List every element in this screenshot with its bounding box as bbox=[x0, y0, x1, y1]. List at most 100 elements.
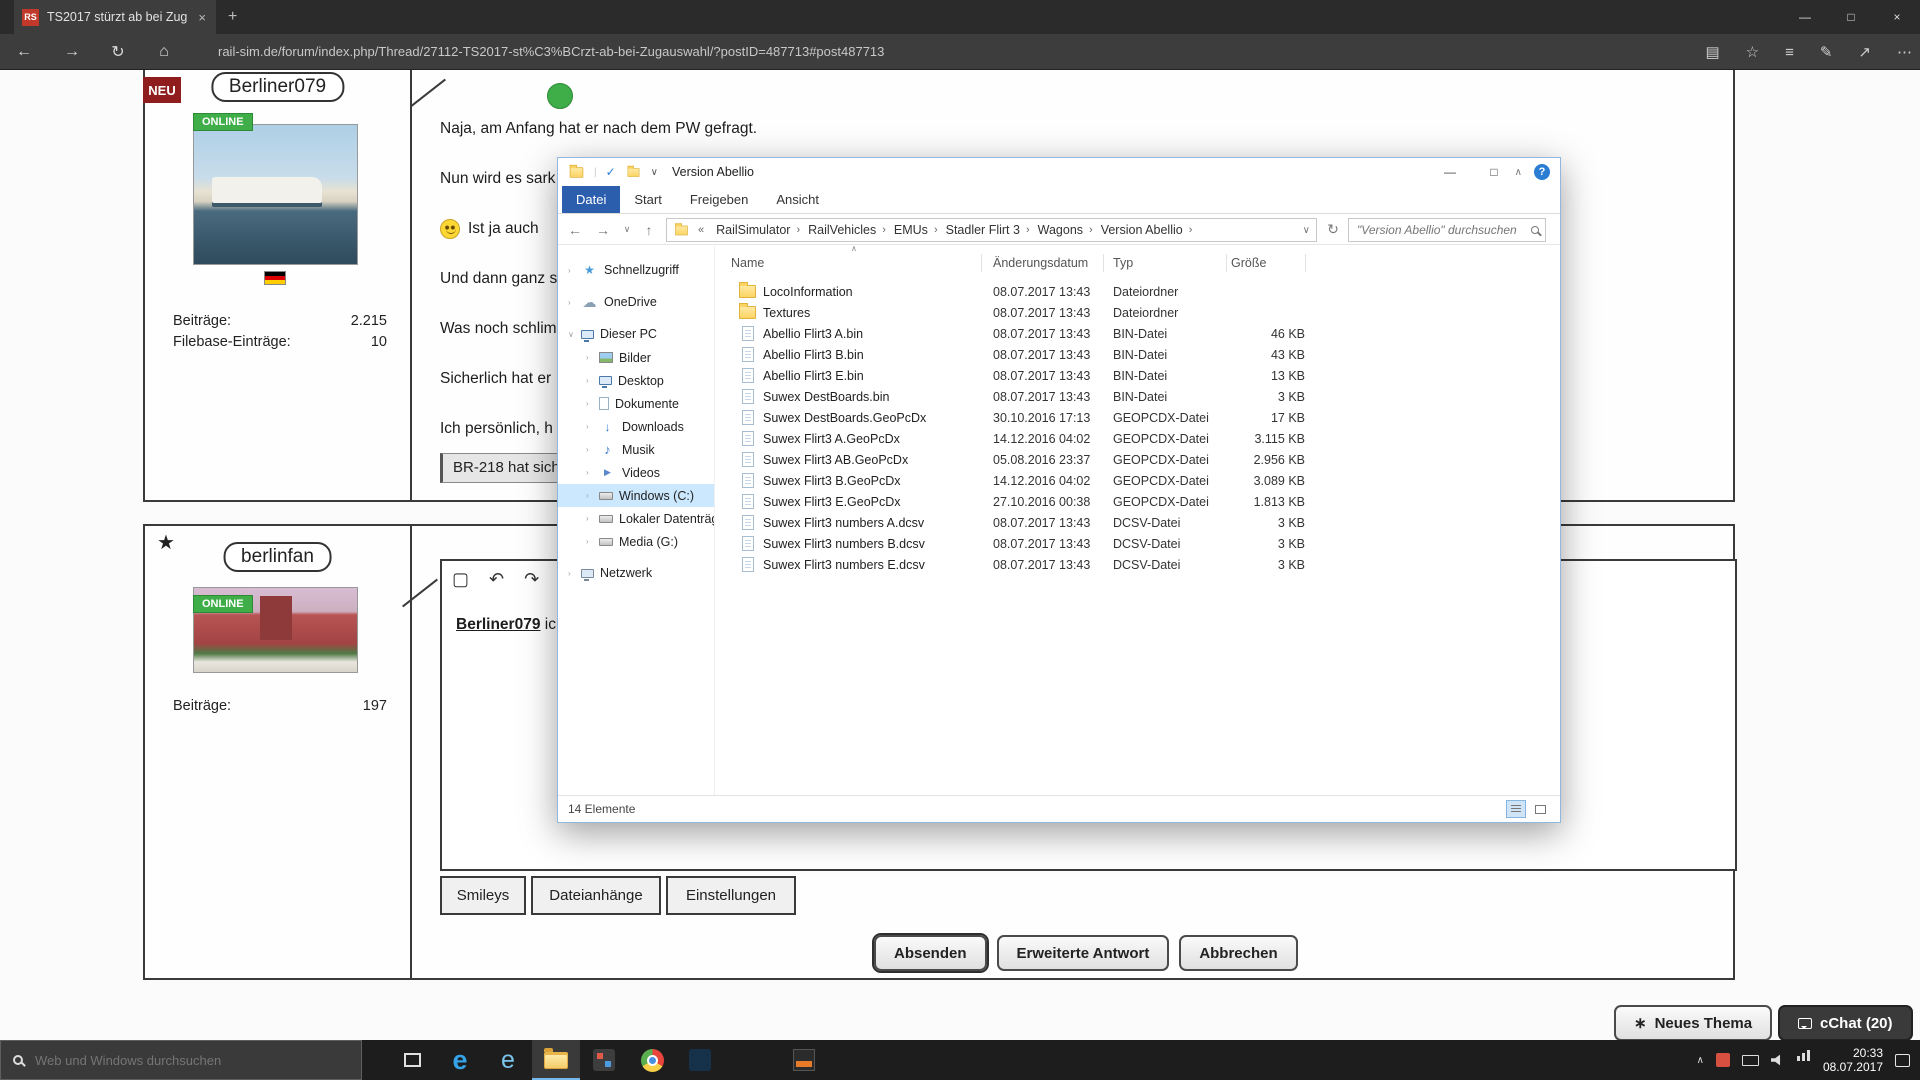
browser-forward-icon[interactable]: → bbox=[57, 34, 87, 70]
tab-close-icon[interactable]: × bbox=[196, 10, 208, 25]
new-thread-button[interactable]: ∗ Neues Thema bbox=[1614, 1005, 1772, 1041]
nav-item[interactable]: › Netzwerk bbox=[558, 561, 714, 585]
breadcrumb-label[interactable]: Version Abellio bbox=[1097, 223, 1187, 237]
file-row[interactable]: Suwex DestBoards.GeoPcDx 30.10.2016 17:1… bbox=[715, 407, 1560, 428]
ribbon-tab[interactable]: Start bbox=[620, 186, 675, 213]
pinned-app-button-1[interactable] bbox=[580, 1040, 628, 1080]
post1-avatar[interactable] bbox=[193, 124, 358, 265]
breadcrumb-item[interactable]: RailVehicles › bbox=[804, 223, 888, 237]
keyboard-icon[interactable] bbox=[1742, 1055, 1759, 1066]
reading-view-icon[interactable]: ▤ bbox=[1705, 43, 1719, 61]
network-icon[interactable] bbox=[1797, 1056, 1800, 1061]
editor-tab[interactable]: Dateianhänge bbox=[531, 876, 661, 915]
back-icon[interactable]: ← bbox=[562, 214, 588, 245]
expand-chevron-icon[interactable]: ∨ bbox=[568, 330, 581, 339]
explorer-maximize-button[interactable]: □ bbox=[1472, 158, 1516, 186]
expand-chevron-icon[interactable]: › bbox=[586, 491, 599, 500]
file-row[interactable]: Textures 08.07.2017 13:43 Dateiordner bbox=[715, 302, 1560, 323]
edge-button[interactable]: e bbox=[436, 1040, 484, 1080]
breadcrumb-label[interactable]: Wagons bbox=[1034, 223, 1087, 237]
nav-item[interactable]: › ★ Schnellzugriff bbox=[558, 258, 714, 282]
expand-chevron-icon[interactable]: › bbox=[568, 569, 581, 578]
nav-item[interactable]: › Desktop bbox=[558, 369, 714, 392]
details-view-button[interactable] bbox=[1506, 800, 1526, 818]
explorer-titlebar[interactable]: | ✓ ∨ Version Abellio — □ × bbox=[558, 158, 1560, 186]
chevron-right-icon[interactable]: › bbox=[794, 224, 802, 236]
reply-button[interactable]: Erweiterte Antwort bbox=[997, 935, 1170, 971]
ribbon-tab[interactable]: Freigeben bbox=[676, 186, 763, 213]
explorer-minimize-button[interactable]: — bbox=[1428, 158, 1472, 186]
post1-author-link[interactable]: Berliner079 bbox=[211, 72, 344, 102]
column-header[interactable]: Name bbox=[731, 256, 764, 270]
address-field[interactable]: « RailSimulator › RailVehicles › EMUs bbox=[666, 218, 1317, 242]
column-separator[interactable] bbox=[1305, 254, 1306, 272]
chevron-right-icon[interactable]: › bbox=[932, 224, 940, 236]
breadcrumb-item[interactable]: Wagons › bbox=[1034, 223, 1095, 237]
editor-tab[interactable]: Smileys bbox=[440, 876, 526, 915]
file-name[interactable]: Suwex Flirt3 numbers B.dcsv bbox=[763, 537, 993, 551]
expand-chevron-icon[interactable]: › bbox=[586, 537, 599, 546]
mention-link[interactable]: Berliner079 bbox=[456, 616, 540, 633]
chat-button[interactable]: cChat (20) bbox=[1778, 1005, 1913, 1041]
action-center-icon[interactable] bbox=[1895, 1054, 1910, 1067]
undo-icon[interactable]: ↶ bbox=[489, 569, 504, 590]
thumbnails-view-button[interactable] bbox=[1530, 800, 1550, 818]
browser-refresh-icon[interactable]: ↻ bbox=[103, 34, 133, 70]
nav-item[interactable]: › Lokaler Datenträger bbox=[558, 507, 714, 530]
column-header[interactable]: Änderungsdatum bbox=[993, 256, 1088, 270]
breadcrumb-item[interactable]: EMUs › bbox=[890, 223, 940, 237]
nav-item[interactable]: › ↓ Downloads bbox=[558, 415, 714, 438]
breadcrumb-item[interactable]: Stadler Flirt 3 › bbox=[942, 223, 1032, 237]
file-row[interactable]: Abellio Flirt3 E.bin 08.07.2017 13:43 BI… bbox=[715, 365, 1560, 386]
taskbar-search-input[interactable] bbox=[33, 1052, 349, 1069]
favorites-star-icon[interactable]: ☆ bbox=[1746, 43, 1759, 61]
editor-text[interactable]: Berliner079 ic bbox=[456, 616, 556, 634]
breadcrumb-item[interactable]: Version Abellio › bbox=[1097, 223, 1195, 237]
checkbox-tool-icon[interactable]: ▢ bbox=[452, 569, 469, 590]
qat-dropdown-icon[interactable]: ∨ bbox=[651, 167, 658, 178]
expand-chevron-icon[interactable]: › bbox=[586, 468, 599, 477]
editor-tab[interactable]: Einstellungen bbox=[666, 876, 796, 915]
file-explorer-button[interactable] bbox=[532, 1040, 580, 1080]
file-row[interactable]: Suwex Flirt3 numbers A.dcsv 08.07.2017 1… bbox=[715, 512, 1560, 533]
explorer-search-input[interactable] bbox=[1355, 222, 1531, 238]
breadcrumb-item[interactable]: RailSimulator › bbox=[712, 223, 802, 237]
nav-item[interactable]: › Media (G:) bbox=[558, 530, 714, 553]
browser-minimize-button[interactable]: — bbox=[1782, 0, 1828, 34]
expand-chevron-icon[interactable]: › bbox=[586, 445, 599, 454]
file-row[interactable]: Suwex Flirt3 numbers E.dcsv 08.07.2017 1… bbox=[715, 554, 1560, 575]
explorer-search-box[interactable] bbox=[1348, 218, 1546, 242]
task-view-button[interactable] bbox=[388, 1040, 436, 1080]
file-row[interactable]: Abellio Flirt3 B.bin 08.07.2017 13:43 BI… bbox=[715, 344, 1560, 365]
post2-author-link[interactable]: berlinfan bbox=[223, 542, 332, 572]
breadcrumb-label[interactable]: RailSimulator bbox=[712, 223, 794, 237]
browser-maximize-button[interactable]: □ bbox=[1828, 0, 1874, 34]
running-app-button[interactable] bbox=[780, 1040, 828, 1080]
file-name[interactable]: Textures bbox=[763, 306, 993, 320]
nav-item[interactable]: › Dokumente bbox=[558, 392, 714, 415]
share-icon[interactable]: ↗ bbox=[1858, 43, 1871, 61]
chevron-right-icon[interactable]: › bbox=[1187, 224, 1195, 236]
up-icon[interactable]: ↑ bbox=[636, 214, 662, 245]
expand-chevron-icon[interactable]: › bbox=[568, 298, 581, 307]
file-row[interactable]: Suwex Flirt3 numbers B.dcsv 08.07.2017 1… bbox=[715, 533, 1560, 554]
column-separator[interactable] bbox=[1226, 254, 1227, 272]
file-row[interactable]: Suwex Flirt3 A.GeoPcDx 14.12.2016 04:02 … bbox=[715, 428, 1560, 449]
nav-item[interactable]: › Bilder bbox=[558, 346, 714, 369]
file-row[interactable]: Suwex DestBoards.bin 08.07.2017 13:43 BI… bbox=[715, 386, 1560, 407]
column-separator[interactable] bbox=[981, 254, 982, 272]
tray-app-icon[interactable] bbox=[1716, 1053, 1730, 1067]
breadcrumb-label[interactable]: EMUs bbox=[890, 223, 932, 237]
file-name[interactable]: Abellio Flirt3 B.bin bbox=[763, 348, 993, 362]
expand-chevron-icon[interactable]: › bbox=[586, 376, 599, 385]
forward-icon[interactable]: → bbox=[590, 214, 616, 245]
nav-item[interactable]: ∨ Dieser PC bbox=[558, 322, 714, 346]
new-folder-icon[interactable] bbox=[627, 167, 639, 176]
browser-home-icon[interactable]: ⌂ bbox=[149, 34, 179, 70]
browser-tab[interactable]: RS TS2017 stürzt ab bei Zug × bbox=[14, 0, 216, 34]
nav-item[interactable]: › Windows (C:) bbox=[558, 484, 714, 507]
breadcrumb-label[interactable]: RailVehicles bbox=[804, 223, 880, 237]
nav-item[interactable]: › ▶ Videos bbox=[558, 461, 714, 484]
expand-chevron-icon[interactable]: › bbox=[586, 353, 599, 362]
breadcrumb-label[interactable]: Stadler Flirt 3 bbox=[942, 223, 1024, 237]
